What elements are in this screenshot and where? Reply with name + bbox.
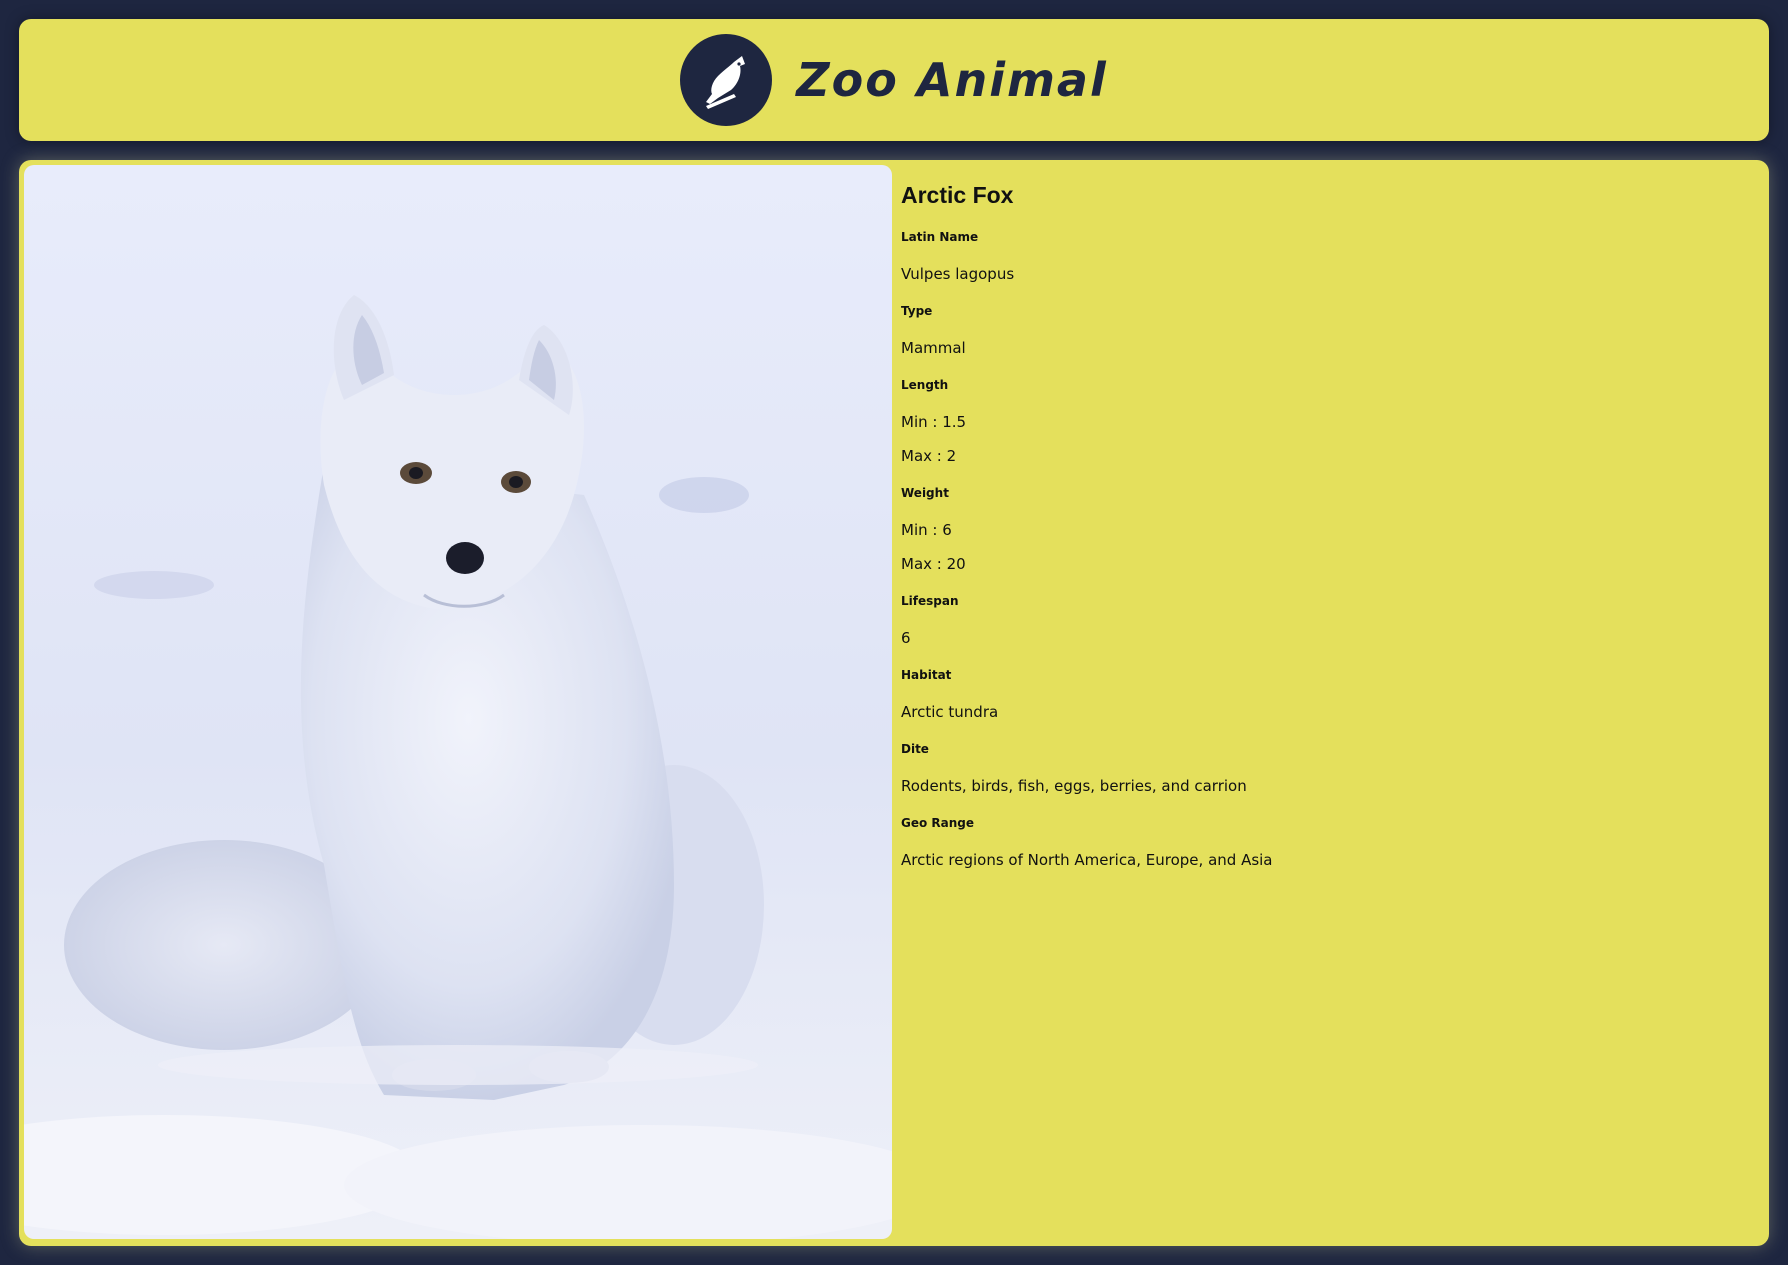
site-title: Zoo Animal — [796, 53, 1108, 107]
habitat-value: Arctic tundra — [901, 702, 999, 721]
type-value: Mammal — [901, 338, 966, 357]
latin-name-value: Vulpes lagopus — [901, 264, 1015, 283]
type-label: Type — [901, 303, 933, 318]
animal-info: Arctic Fox Latin Name Vulpes lagopus Typ… — [901, 182, 1741, 890]
site-header: Zoo Animal — [19, 19, 1769, 141]
animal-card: Arctic Fox Latin Name Vulpes lagopus Typ… — [19, 160, 1769, 1246]
diet-value: Rodents, birds, fish, eggs, berries, and… — [901, 776, 1247, 795]
geo-range-value: Arctic regions of North America, Europe,… — [901, 850, 1273, 869]
diet-label: Dite — [901, 741, 929, 756]
site-logo[interactable] — [680, 34, 773, 126]
bird-icon — [706, 56, 746, 109]
arctic-fox-photo — [24, 165, 892, 1239]
length-min-value: Min : 1.5 — [901, 412, 967, 431]
length-max-value: Max : 2 — [901, 446, 957, 465]
weight-max-value: Max : 20 — [901, 554, 966, 573]
weight-label: Weight — [901, 485, 949, 500]
latin-name-label: Latin Name — [901, 229, 979, 244]
animal-name: Arctic Fox — [901, 182, 1014, 208]
lifespan-value: 6 — [901, 628, 911, 647]
habitat-label: Habitat — [901, 667, 952, 682]
geo-range-label: Geo Range — [901, 815, 975, 830]
weight-min-value: Min : 6 — [901, 520, 952, 539]
lifespan-label: Lifespan — [901, 593, 959, 608]
animal-photo — [24, 165, 892, 1239]
length-label: Length — [901, 377, 949, 392]
